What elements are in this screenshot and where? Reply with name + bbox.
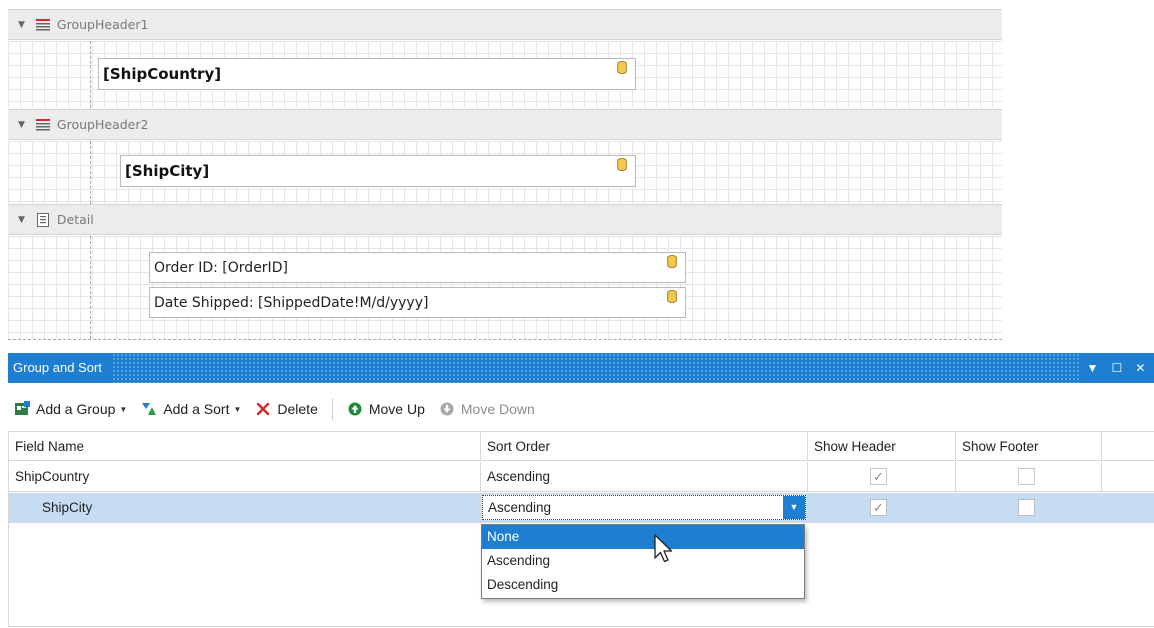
left-margin-guide <box>90 141 91 204</box>
move-up-button[interactable]: Move Up <box>347 401 425 417</box>
database-icon <box>617 61 627 74</box>
band-label: GroupHeader2 <box>56 117 149 132</box>
dropdown-button[interactable]: ▼ <box>783 496 805 519</box>
sort-order-dropdown-list: None Ascending Descending <box>481 524 805 599</box>
move-down-icon <box>440 402 454 416</box>
field-label: Date Shipped: [ShippedDate!M/d/yyyy] <box>154 294 429 311</box>
report-designer-surface[interactable]: ▼ GroupHeader1 [ShipCountry] ▼ GroupHead… <box>0 0 1154 350</box>
database-icon <box>617 158 627 171</box>
band-body-groupheader1[interactable]: [ShipCountry] <box>8 41 1002 108</box>
field-label: [ShipCity] <box>125 162 210 180</box>
column-header-show-footer[interactable]: Show Footer <box>956 431 1102 461</box>
field-shippeddate[interactable]: Date Shipped: [ShippedDate!M/d/yyyy] <box>149 287 686 318</box>
dropdown-option-descending[interactable]: Descending <box>482 573 804 597</box>
add-group-icon <box>15 401 30 415</box>
band-body-detail[interactable]: Order ID: [OrderID] Date Shipped: [Shipp… <box>8 236 1002 339</box>
group-header-icon <box>35 18 50 30</box>
show-header-checkbox[interactable]: ✓ <box>870 499 887 516</box>
panel-title-controls: ▼ ☐ ✕ <box>1080 353 1154 383</box>
move-up-label: Move Up <box>368 401 425 417</box>
show-header-checkbox[interactable]: ✓ <box>870 468 887 485</box>
chevron-down-icon: ▼ <box>233 404 242 414</box>
group-header-icon <box>35 118 50 130</box>
show-header-cell: ✓ <box>808 462 956 492</box>
database-icon <box>667 290 677 303</box>
move-down-label: Move Down <box>460 401 535 417</box>
collapse-arrow-icon[interactable]: ▼ <box>18 120 25 130</box>
field-shipcity[interactable]: [ShipCity] <box>120 155 636 187</box>
mouse-cursor-icon <box>654 534 673 563</box>
chevron-down-icon: ▼ <box>789 502 799 512</box>
database-icon <box>667 255 677 268</box>
left-margin-guide <box>90 41 91 108</box>
show-footer-checkbox[interactable] <box>1018 499 1035 516</box>
column-header-sort-order[interactable]: Sort Order <box>481 431 808 461</box>
column-header-show-header[interactable]: Show Header <box>808 431 956 461</box>
band-header-groupheader1[interactable]: ▼ GroupHeader1 <box>8 9 1002 40</box>
sort-order-combobox[interactable]: Ascending ▼ <box>482 495 806 520</box>
chevron-down-icon: ▼ <box>119 404 128 414</box>
field-name-cell[interactable]: ShipCity <box>9 493 481 523</box>
collapse-arrow-icon[interactable]: ▼ <box>18 20 25 30</box>
delete-button[interactable]: Delete <box>255 401 318 417</box>
field-label: [ShipCountry] <box>103 65 222 83</box>
toolbar-separator <box>331 398 333 420</box>
close-icon[interactable]: ✕ <box>1135 361 1145 375</box>
show-header-cell: ✓ <box>808 493 956 523</box>
field-label: Order ID: [OrderID] <box>154 259 288 276</box>
show-footer-cell <box>956 462 1102 492</box>
dropdown-option-none[interactable]: None <box>482 525 804 549</box>
panel-title: Group and Sort <box>8 353 112 383</box>
band-header-groupheader2[interactable]: ▼ GroupHeader2 <box>8 109 1002 140</box>
table-row[interactable]: ShipCountry Ascending ✓ <box>9 462 1154 492</box>
move-up-icon <box>348 402 362 416</box>
sort-order-cell[interactable]: Ascending <box>481 462 808 492</box>
band-label: Detail <box>56 212 94 227</box>
delete-label: Delete <box>277 401 318 417</box>
table-row-selected[interactable]: ShipCity Ascending ▼ ✓ <box>9 493 1154 523</box>
checkmark-icon: ✓ <box>873 469 884 484</box>
add-group-button[interactable]: Add a Group ▼ <box>14 401 127 417</box>
add-sort-button[interactable]: Add a Sort ▼ <box>141 401 241 417</box>
add-sort-label: Add a Sort <box>163 401 230 417</box>
column-header-filler <box>1102 431 1154 461</box>
add-group-label: Add a Group <box>36 401 116 417</box>
detail-band-icon <box>36 212 49 227</box>
field-shipcountry[interactable]: [ShipCountry] <box>98 58 636 90</box>
move-down-button[interactable]: Move Down <box>439 401 535 417</box>
field-orderid[interactable]: Order ID: [OrderID] <box>149 252 686 283</box>
row-filler <box>1102 493 1154 523</box>
show-footer-cell <box>956 493 1102 523</box>
show-footer-checkbox[interactable] <box>1018 468 1035 485</box>
group-sort-toolbar: Add a Group ▼ Add a Sort ▼ Delete Move U… <box>8 387 1154 431</box>
maximize-icon[interactable]: ☐ <box>1112 361 1123 375</box>
band-label: GroupHeader1 <box>56 17 149 32</box>
dropdown-option-ascending[interactable]: Ascending <box>482 549 804 573</box>
add-sort-icon <box>142 403 157 415</box>
combobox-value: Ascending <box>488 500 552 515</box>
column-header-field-name[interactable]: Field Name <box>9 431 481 461</box>
pin-icon[interactable]: ▼ <box>1087 361 1099 375</box>
delete-icon <box>257 402 270 416</box>
field-name-cell[interactable]: ShipCountry <box>9 462 481 492</box>
band-body-groupheader2[interactable]: [ShipCity] <box>8 141 1002 204</box>
page-bottom-guide <box>8 339 1002 340</box>
left-margin-guide <box>90 236 91 339</box>
sort-order-cell[interactable]: Ascending ▼ <box>481 493 808 523</box>
grid-header-row: Field Name Sort Order Show Header Show F… <box>9 431 1154 461</box>
panel-title-bar[interactable]: Group and Sort ▼ ☐ ✕ <box>8 353 1154 383</box>
collapse-arrow-icon[interactable]: ▼ <box>18 215 25 225</box>
band-header-detail[interactable]: ▼ Detail <box>8 204 1002 235</box>
checkmark-icon: ✓ <box>873 500 884 515</box>
row-filler <box>1102 462 1154 492</box>
